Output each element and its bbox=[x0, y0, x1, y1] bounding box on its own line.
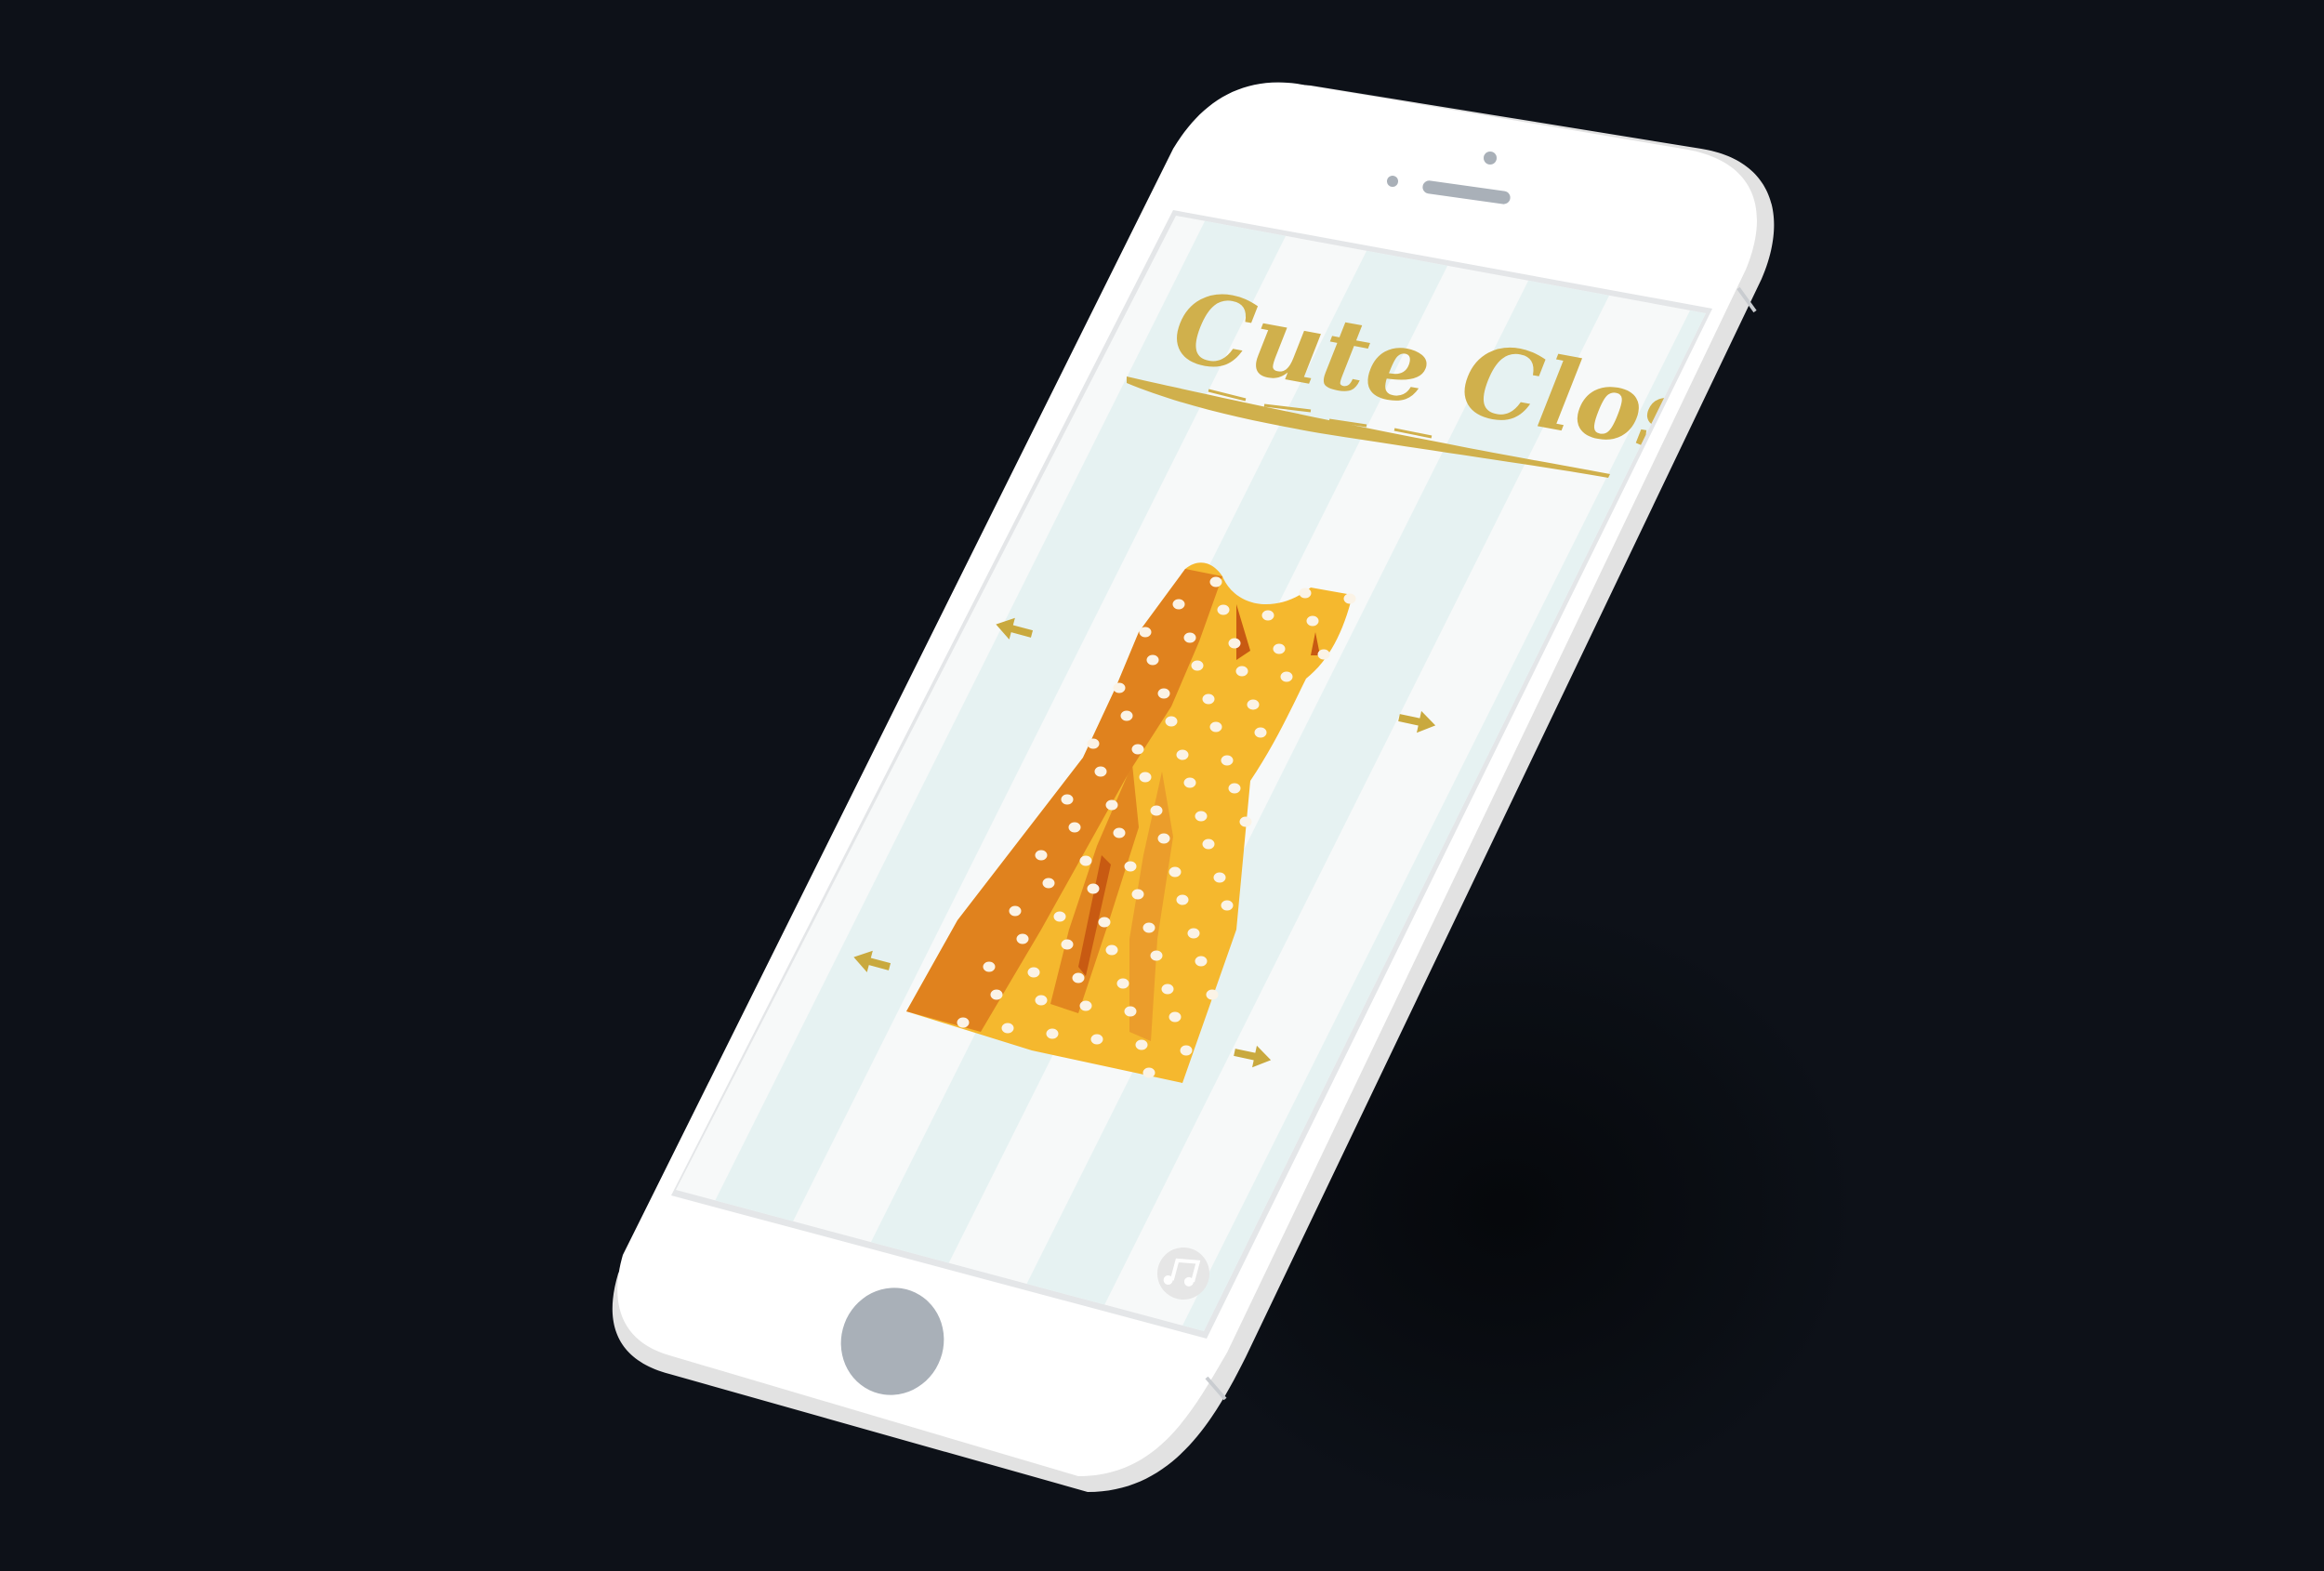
polka-dot bbox=[1183, 777, 1196, 788]
polka-dot bbox=[1306, 615, 1319, 627]
polka-dot bbox=[1299, 587, 1312, 599]
polka-dot bbox=[990, 989, 1003, 1000]
polka-dot bbox=[957, 1017, 970, 1028]
polka-dot bbox=[1027, 967, 1040, 978]
polka-dot bbox=[1035, 995, 1048, 1006]
polka-dot bbox=[1317, 649, 1330, 660]
polka-dot bbox=[1195, 956, 1208, 967]
polka-dot bbox=[1061, 794, 1074, 805]
polka-dot bbox=[1202, 838, 1215, 850]
polka-dot bbox=[1113, 827, 1126, 838]
polka-dot bbox=[1180, 1045, 1193, 1056]
polka-dot bbox=[1172, 599, 1185, 610]
polka-dot bbox=[1209, 721, 1222, 733]
device-mockup-scene: Cute Closet bbox=[0, 0, 2324, 1571]
polka-dot bbox=[1087, 738, 1100, 749]
polka-dot bbox=[1142, 922, 1155, 933]
polka-dot bbox=[1142, 1067, 1155, 1078]
front-camera bbox=[1484, 152, 1497, 165]
polka-dot bbox=[1254, 727, 1267, 738]
music-button-circle bbox=[1157, 1248, 1209, 1300]
polka-dot bbox=[1343, 593, 1356, 604]
polka-dot bbox=[1087, 883, 1100, 894]
polka-dot bbox=[1176, 749, 1189, 760]
polka-dot bbox=[1035, 850, 1048, 861]
polka-dot bbox=[1068, 822, 1081, 833]
device-illustration: Cute Closet bbox=[0, 0, 2324, 1571]
polka-dot bbox=[1113, 682, 1126, 693]
polka-dot bbox=[1169, 866, 1182, 878]
polka-dot bbox=[1221, 755, 1234, 766]
polka-dot bbox=[1042, 878, 1055, 889]
polka-dot bbox=[1009, 905, 1022, 917]
polka-dot bbox=[1206, 989, 1219, 1000]
polka-dot bbox=[1213, 872, 1226, 883]
polka-dot bbox=[1094, 766, 1107, 777]
polka-dot bbox=[1079, 855, 1092, 866]
polka-dot bbox=[1124, 1006, 1137, 1017]
polka-dot bbox=[1187, 928, 1200, 939]
polka-dot bbox=[1157, 688, 1170, 699]
polka-dot bbox=[1221, 900, 1234, 911]
polka-dot bbox=[1195, 811, 1208, 822]
polka-dot bbox=[1146, 654, 1159, 666]
polka-dot bbox=[1247, 699, 1260, 710]
polka-dot bbox=[1046, 1028, 1059, 1039]
polka-dot bbox=[1105, 944, 1118, 956]
polka-dot bbox=[1105, 799, 1118, 811]
polka-dot bbox=[1079, 1000, 1092, 1011]
proximity-sensor bbox=[1387, 176, 1398, 187]
polka-dot bbox=[1139, 627, 1152, 638]
polka-dot bbox=[1169, 1011, 1182, 1023]
polka-dot bbox=[1098, 917, 1111, 928]
polka-dot bbox=[1139, 772, 1152, 783]
polka-dot bbox=[1191, 660, 1204, 671]
polka-dot bbox=[983, 961, 996, 972]
polka-dot bbox=[1157, 833, 1170, 844]
polka-dot bbox=[1280, 671, 1293, 682]
polka-dot bbox=[1161, 984, 1174, 995]
polka-dot bbox=[1273, 643, 1286, 654]
polka-dot bbox=[1217, 604, 1230, 615]
polka-dot bbox=[1228, 638, 1241, 649]
polka-dot bbox=[1001, 1023, 1014, 1034]
polka-dot bbox=[1150, 950, 1163, 961]
polka-dot bbox=[1261, 610, 1274, 621]
polka-dot bbox=[1202, 693, 1215, 705]
polka-dot bbox=[1131, 744, 1144, 755]
music-toggle-button[interactable] bbox=[1157, 1248, 1209, 1300]
polka-dot bbox=[1016, 933, 1029, 944]
polka-dot bbox=[1135, 1039, 1148, 1050]
polka-dot bbox=[1239, 816, 1252, 827]
polka-dot bbox=[1124, 861, 1137, 872]
polka-dot bbox=[1183, 632, 1196, 643]
polka-dot bbox=[1061, 939, 1074, 950]
polka-dot bbox=[1235, 666, 1248, 677]
polka-dot bbox=[1150, 805, 1163, 816]
polka-dot bbox=[1165, 716, 1178, 727]
polka-dot bbox=[1209, 576, 1222, 587]
polka-dot bbox=[1228, 783, 1241, 794]
polka-dot bbox=[1131, 889, 1144, 900]
polka-dot bbox=[1116, 978, 1129, 989]
polka-dot bbox=[1072, 972, 1085, 984]
polka-dot bbox=[1176, 894, 1189, 905]
polka-dot bbox=[1120, 710, 1133, 721]
polka-dot bbox=[1090, 1034, 1103, 1045]
polka-dot bbox=[1053, 911, 1066, 922]
